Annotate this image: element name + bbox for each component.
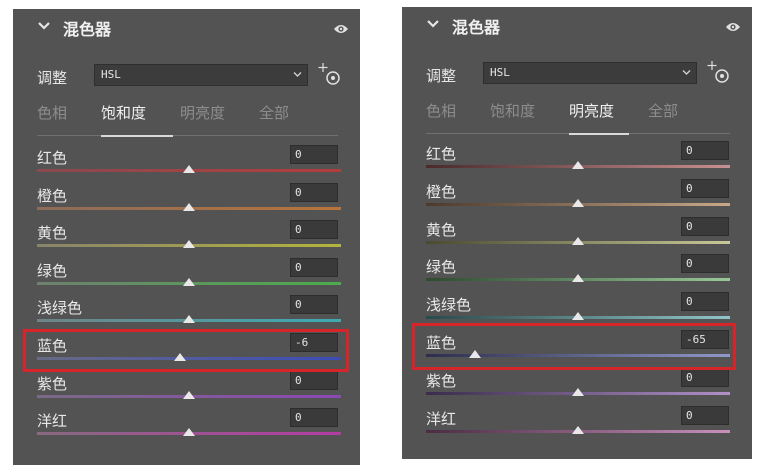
value-input[interactable]: 0 xyxy=(681,141,729,160)
adjust-mode-value: HSL xyxy=(490,66,510,79)
slider-thumb[interactable] xyxy=(572,198,584,207)
color-row: 洋红 0 xyxy=(13,408,360,448)
active-tab-indicator xyxy=(569,133,629,135)
slider-thumb[interactable] xyxy=(572,161,584,169)
color-label: 绿色 xyxy=(426,258,457,277)
value-input[interactable]: 0 xyxy=(681,178,729,198)
value-input[interactable]: 0 xyxy=(290,182,338,202)
dropdown-arrow-icon xyxy=(293,72,302,77)
color-row: 浅绿色 0 xyxy=(402,292,752,332)
slider-thumb[interactable] xyxy=(183,390,195,399)
adjust-label: 调整 xyxy=(37,69,68,87)
panel-title: 混色器 xyxy=(63,20,112,39)
mixer-panel-saturation: 混色器 调整 HSL 色相 饱和度 明亮度 全部 红色 0 橙色 0 黄色 0 绿色 0 浅绿色… xyxy=(13,9,360,465)
tab-all[interactable]: 全部 xyxy=(648,100,678,121)
color-row: 紫色 0 xyxy=(402,367,752,408)
active-tab-indicator xyxy=(101,135,173,137)
slider-thumb[interactable] xyxy=(183,202,195,211)
tab-all[interactable]: 全部 xyxy=(259,102,289,123)
panel-title: 混色器 xyxy=(452,18,501,37)
color-row: 橙色 0 xyxy=(402,178,752,219)
mixer-tabs: 色相 饱和度 明亮度 全部 xyxy=(37,99,338,137)
color-row: 蓝色 -65 xyxy=(402,330,752,370)
color-row: 黄色 0 xyxy=(13,220,360,260)
value-input[interactable]: 0 xyxy=(681,292,729,312)
panel-header[interactable]: 混色器 xyxy=(402,7,752,45)
tab-luminance[interactable]: 明亮度 xyxy=(180,102,225,123)
color-label: 红色 xyxy=(37,149,68,167)
slider-thumb[interactable] xyxy=(183,240,195,249)
slider-thumb[interactable] xyxy=(183,165,195,173)
tab-hue[interactable]: 色相 xyxy=(426,100,456,121)
color-label: 紫色 xyxy=(426,371,457,390)
color-label: 洋红 xyxy=(426,409,457,428)
color-label: 蓝色 xyxy=(426,334,457,352)
chevron-down-icon[interactable] xyxy=(426,19,440,29)
slider-thumb[interactable] xyxy=(183,428,195,437)
tab-saturation[interactable]: 饱和度 xyxy=(101,102,146,123)
color-label: 橙色 xyxy=(426,182,457,201)
value-input[interactable]: 0 xyxy=(290,257,338,277)
panel-header[interactable]: 混色器 xyxy=(13,9,360,47)
color-row: 绿色 0 xyxy=(402,254,752,294)
adjust-mode-select[interactable]: HSL xyxy=(483,62,697,84)
adjust-mode-value: HSL xyxy=(101,68,121,81)
color-label: 蓝色 xyxy=(37,337,68,355)
dropdown-arrow-icon xyxy=(682,70,691,75)
tab-saturation[interactable]: 饱和度 xyxy=(490,100,535,121)
tab-luminance[interactable]: 明亮度 xyxy=(569,100,614,121)
color-label: 红色 xyxy=(426,145,457,163)
value-input[interactable]: 0 xyxy=(681,405,729,425)
color-label: 黄色 xyxy=(426,220,457,239)
color-row: 黄色 0 xyxy=(402,216,752,257)
color-row: 绿色 0 xyxy=(13,257,360,298)
color-label: 橙色 xyxy=(37,186,68,205)
slider-thumb[interactable] xyxy=(572,425,584,434)
eye-icon[interactable] xyxy=(725,21,741,33)
target-adjustment-icon[interactable] xyxy=(705,59,731,85)
slider-thumb[interactable] xyxy=(572,387,584,396)
slider-thumb[interactable] xyxy=(468,350,481,358)
color-label: 绿色 xyxy=(37,261,68,280)
mixer-tabs: 色相 饱和度 明亮度 全部 xyxy=(426,97,730,135)
adjust-label: 调整 xyxy=(426,67,457,85)
value-input[interactable]: 0 xyxy=(290,295,338,315)
slider-thumb[interactable] xyxy=(183,315,195,324)
slider-track[interactable] xyxy=(37,357,341,360)
color-row: 红色 0 xyxy=(402,141,752,181)
color-row: 蓝色 -6 xyxy=(13,333,360,373)
color-label: 浅绿色 xyxy=(37,299,83,318)
value-input[interactable]: -6 xyxy=(290,333,338,352)
target-adjustment-icon[interactable] xyxy=(316,61,342,87)
value-input[interactable]: 0 xyxy=(681,216,729,236)
slider-thumb[interactable] xyxy=(173,353,186,361)
color-label: 浅绿色 xyxy=(426,296,472,315)
chevron-down-icon[interactable] xyxy=(37,21,51,31)
value-input[interactable]: 0 xyxy=(290,220,338,240)
color-row: 紫色 0 xyxy=(13,370,360,411)
color-row: 红色 0 xyxy=(13,145,360,185)
color-label: 紫色 xyxy=(37,374,68,393)
mixer-panel-luminance: 混色器 调整 HSL 色相 饱和度 明亮度 全部 红色 0 橙色 0 黄色 0 绿色 0 浅绿色… xyxy=(402,7,752,459)
slider-thumb[interactable] xyxy=(572,312,584,321)
value-input[interactable]: 0 xyxy=(681,367,729,387)
color-label: 黄色 xyxy=(37,224,68,243)
color-row: 橙色 0 xyxy=(13,182,360,223)
slider-thumb[interactable] xyxy=(572,274,584,283)
value-input[interactable]: 0 xyxy=(290,408,338,428)
slider-thumb[interactable] xyxy=(183,277,195,286)
slider-thumb[interactable] xyxy=(572,236,584,245)
value-input[interactable]: -65 xyxy=(681,330,729,349)
color-row: 洋红 0 xyxy=(402,405,752,446)
color-label: 洋红 xyxy=(37,412,68,431)
value-input[interactable]: 0 xyxy=(290,145,338,164)
eye-icon[interactable] xyxy=(333,23,349,35)
tab-hue[interactable]: 色相 xyxy=(37,102,67,123)
value-input[interactable]: 0 xyxy=(681,254,729,274)
value-input[interactable]: 0 xyxy=(290,370,338,390)
adjust-mode-select[interactable]: HSL xyxy=(94,64,308,86)
color-row: 浅绿色 0 xyxy=(13,295,360,335)
